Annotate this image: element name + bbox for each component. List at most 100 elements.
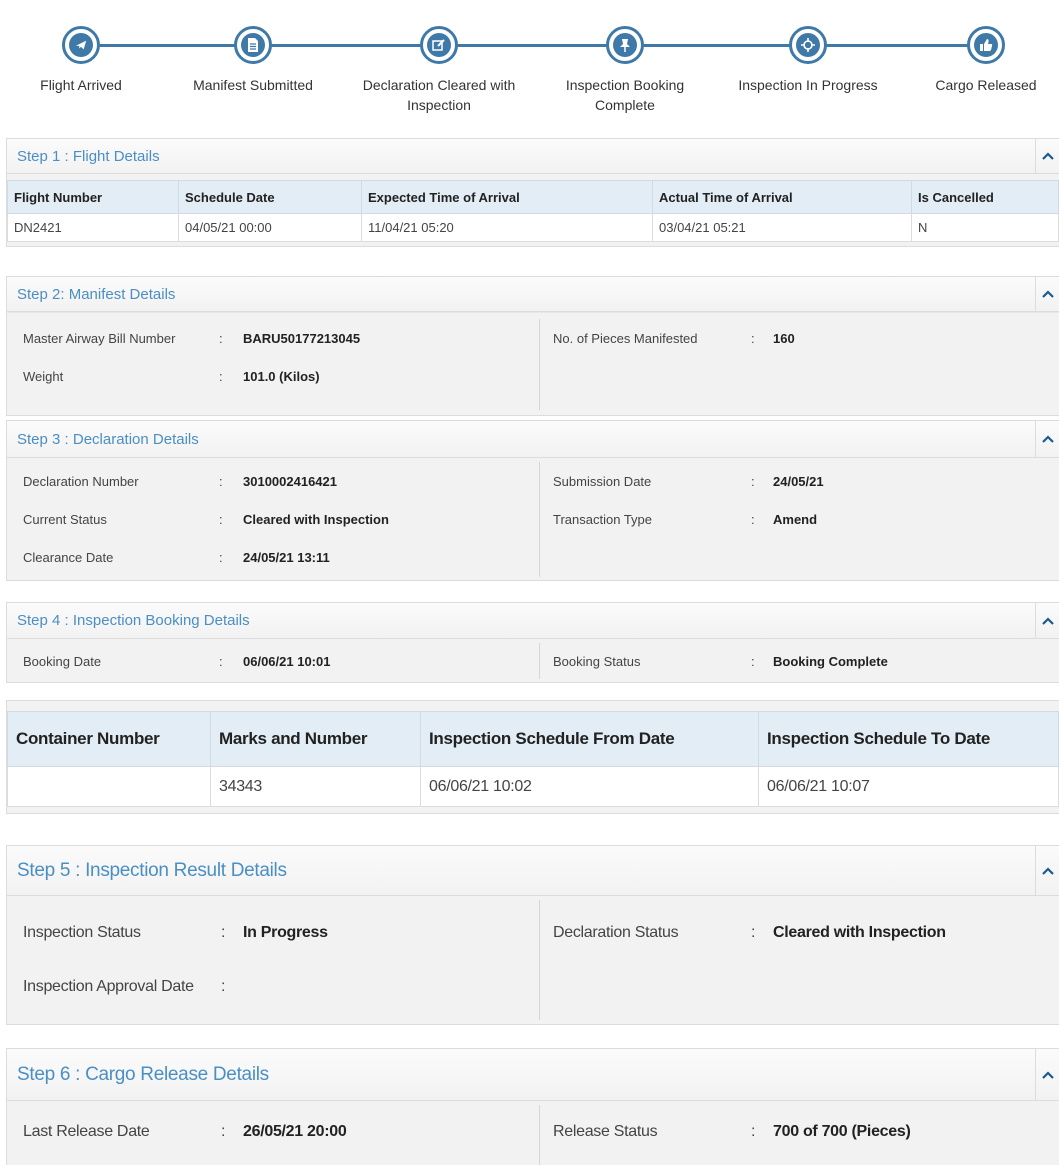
cell-marks-number: 34343	[210, 766, 421, 807]
colon: :	[751, 654, 755, 669]
manifest-details-header[interactable]: Step 2: Manifest Details	[7, 277, 1059, 312]
col-header: Marks and Number	[210, 711, 421, 767]
colon: :	[751, 1123, 756, 1140]
declaration-details-panel: Step 3 : Declaration Details Declaration…	[6, 420, 1059, 581]
chevron-up-icon[interactable]	[1035, 846, 1059, 895]
cell-schedule-to: 06/06/21 10:07	[758, 766, 1059, 807]
declaration-status-value: Cleared with Inspection	[773, 924, 946, 941]
flight-details-panel: Step 1 : Flight Details Flight Number Sc…	[6, 138, 1059, 247]
pieces-label: No. of Pieces Manifested	[553, 331, 698, 346]
inspection-status-value: In Progress	[243, 924, 328, 941]
clearance-date-value: 24/05/21 13:11	[243, 550, 330, 565]
tracker-label: Inspection In Progress	[738, 77, 878, 93]
flight-table: Flight Number Schedule Date Expected Tim…	[7, 180, 1059, 242]
mawb-label: Master Airway Bill Number	[23, 331, 176, 346]
cell-is-cancelled: N	[911, 213, 1059, 242]
container-table: Container Number Marks and Number Inspec…	[7, 711, 1059, 807]
last-release-date-value: 26/05/21 20:00	[243, 1123, 347, 1140]
weight-value: 101.0 (Kilos)	[243, 369, 320, 384]
cell-container-number	[7, 766, 211, 807]
tracker-step-inspection-booking: Inspection Booking Complete	[530, 26, 720, 115]
pin-icon	[613, 33, 637, 57]
col-header: Expected Time of Arrival	[361, 180, 653, 214]
tracker-label: Inspection Booking	[565, 77, 685, 93]
chevron-up-icon[interactable]	[1035, 603, 1059, 638]
tracker-step-cargo-released: Cargo Released	[891, 26, 1059, 95]
cell-actual-arrival: 03/04/21 05:21	[652, 213, 912, 242]
cell-expected-arrival: 11/04/21 05:20	[361, 213, 653, 242]
tracker-label: Manifest Submitted	[193, 77, 313, 93]
flight-details-header[interactable]: Step 1 : Flight Details	[7, 139, 1059, 174]
declaration-number-value: 3010002416421	[243, 474, 337, 489]
colon: :	[219, 512, 223, 527]
manifest-details-panel: Step 2: Manifest Details Master Airway B…	[6, 276, 1059, 416]
colon: :	[751, 512, 755, 527]
colon: :	[219, 654, 223, 669]
inspection-result-panel: Step 5 : Inspection Result Details Inspe…	[6, 845, 1059, 1025]
tracker-step-inspection-in-progress: Inspection In Progress	[713, 26, 903, 95]
thumbs-up-icon	[974, 33, 998, 57]
transaction-type-label: Transaction Type	[553, 512, 652, 527]
declaration-details-header[interactable]: Step 3 : Declaration Details	[7, 421, 1059, 458]
chevron-up-icon[interactable]	[1035, 277, 1059, 311]
inspection-status-label: Inspection Status	[23, 924, 141, 941]
document-icon	[241, 33, 265, 57]
inspection-booking-header[interactable]: Step 4 : Inspection Booking Details	[7, 603, 1059, 639]
chevron-up-icon[interactable]	[1035, 139, 1059, 173]
cell-flight-number: DN2421	[7, 213, 179, 242]
tracker-label: Cargo Released	[935, 77, 1037, 93]
panel-title: Step 6 : Cargo Release Details	[17, 1063, 269, 1085]
tracker-label-line2: Complete	[595, 97, 655, 113]
container-table-panel: Container Number Marks and Number Inspec…	[6, 700, 1059, 814]
release-status-value: 700 of 700 (Pieces)	[773, 1123, 911, 1140]
panel-title: Step 4 : Inspection Booking Details	[17, 612, 250, 629]
inspection-booking-panel: Step 4 : Inspection Booking Details Book…	[6, 602, 1059, 683]
colon: :	[221, 1123, 226, 1140]
release-status-label: Release Status	[553, 1123, 658, 1140]
colon: :	[219, 331, 223, 346]
panel-title: Step 3 : Declaration Details	[17, 430, 199, 448]
inspection-result-header[interactable]: Step 5 : Inspection Result Details	[7, 846, 1059, 896]
col-header: Inspection Schedule To Date	[758, 711, 1059, 767]
mawb-value: BARU50177213045	[243, 331, 361, 346]
crosshair-icon	[796, 33, 820, 57]
colon: :	[751, 924, 756, 941]
cell-schedule-from: 06/06/21 10:02	[420, 766, 759, 807]
col-header: Flight Number	[7, 180, 179, 214]
col-header: Schedule Date	[178, 180, 362, 214]
table-row: 34343 06/06/21 10:02 06/06/21 10:07	[7, 766, 1059, 807]
plane-icon	[69, 33, 93, 57]
pieces-value: 160	[773, 331, 795, 346]
cell-schedule-date: 04/05/21 00:00	[178, 213, 362, 242]
cargo-release-header[interactable]: Step 6 : Cargo Release Details	[7, 1049, 1059, 1101]
cargo-release-panel: Step 6 : Cargo Release Details Last Rele…	[6, 1048, 1059, 1165]
colon: :	[219, 369, 223, 384]
tracker-label: Flight Arrived	[40, 77, 122, 93]
chevron-up-icon[interactable]	[1035, 1049, 1059, 1100]
col-header: Actual Time of Arrival	[652, 180, 912, 214]
tracker-label-line2: Inspection	[407, 97, 471, 113]
tracker-step-flight-arrived: Flight Arrived	[0, 26, 176, 95]
declaration-number-label: Declaration Number	[23, 474, 139, 489]
colon: :	[221, 924, 226, 941]
last-release-date-label: Last Release Date	[23, 1123, 150, 1140]
approval-date-label: Inspection Approval Date	[23, 978, 194, 995]
colon: :	[751, 474, 755, 489]
colon: :	[219, 474, 223, 489]
chevron-up-icon[interactable]	[1035, 421, 1059, 457]
booking-date-label: Booking Date	[23, 654, 102, 669]
colon: :	[219, 550, 223, 565]
tracker-label: Declaration Cleared with	[362, 77, 516, 93]
progress-tracker: Flight Arrived Manifest Submitted Declar…	[0, 0, 1059, 125]
colon: :	[751, 331, 755, 346]
tracker-step-manifest-submitted: Manifest Submitted	[158, 26, 348, 95]
transaction-type-value: Amend	[773, 512, 818, 527]
clearance-date-label: Clearance Date	[23, 550, 114, 565]
tracker-step-declaration-cleared: Declaration Cleared with Inspection	[344, 26, 534, 115]
booking-status-label: Booking Status	[553, 654, 641, 669]
booking-status-value: Booking Complete	[773, 654, 888, 669]
panel-title: Step 1 : Flight Details	[17, 147, 160, 165]
col-header: Inspection Schedule From Date	[420, 711, 759, 767]
panel-title: Step 2: Manifest Details	[17, 285, 176, 303]
col-header: Container Number	[7, 711, 211, 767]
